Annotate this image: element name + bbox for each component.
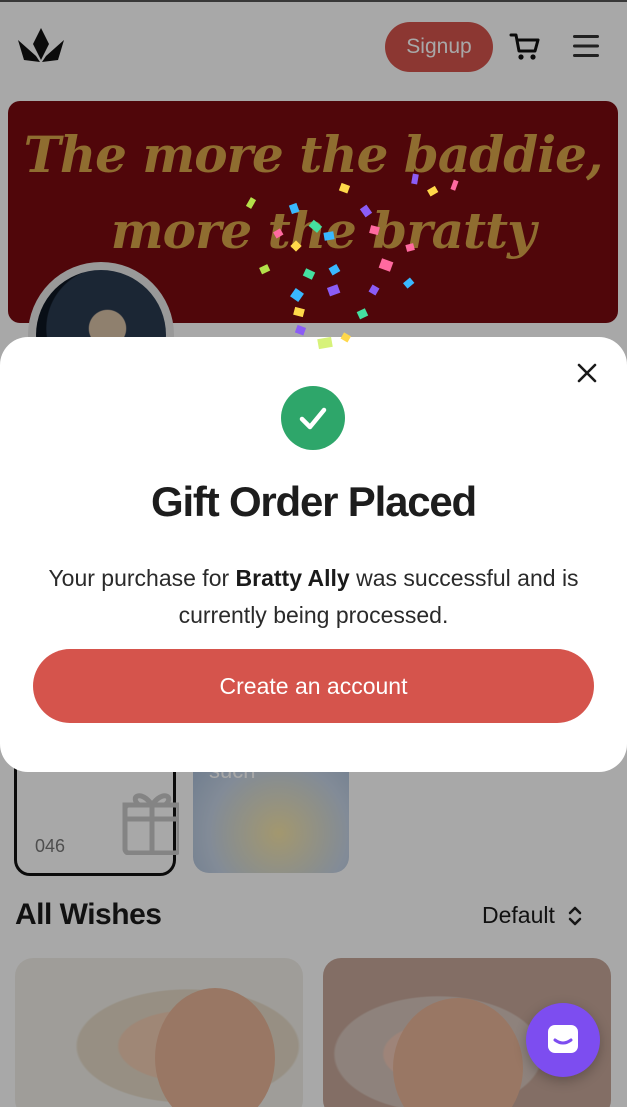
chat-support-button[interactable] [526,1003,600,1077]
close-icon[interactable] [572,358,602,388]
recipient-name: Bratty Ally [235,565,350,591]
success-check-icon [281,386,345,450]
checkmark-icon [299,407,327,430]
modal-title: Gift Order Placed [150,478,477,525]
modal-message: Your purchase for Bratty Ally was succes… [40,560,587,634]
chat-bubble-icon [548,1025,578,1053]
create-account-button[interactable]: Create an account [33,649,594,723]
message-prefix: Your purchase for [48,565,236,591]
